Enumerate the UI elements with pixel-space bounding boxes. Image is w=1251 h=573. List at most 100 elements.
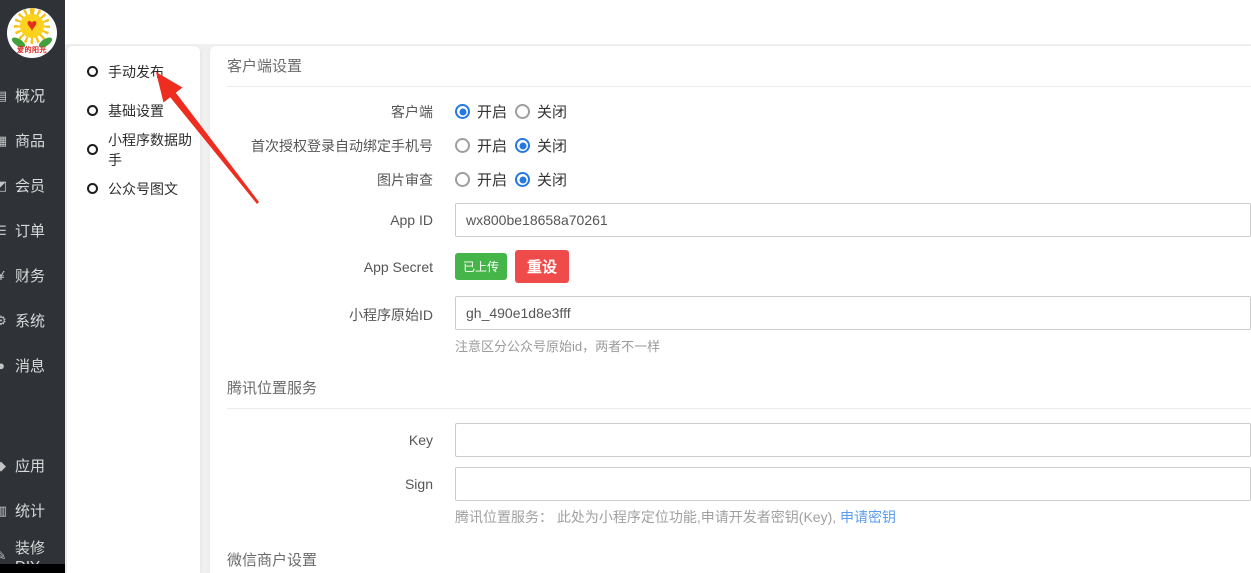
radio-option-label: 开启 [477,169,507,190]
original-id-note: 注意区分公众号原始id，两者不一样 [455,336,1251,355]
sidebar-item-orders[interactable]: ☰ 订单 [0,208,65,253]
submenu-item-basic-settings[interactable]: 基础设置 [67,91,200,130]
radio-option-label: 开启 [477,101,507,122]
form-row-image-review: 图片审查 开启 关闭 [210,169,1251,190]
radio-group-image-review: 开启 关闭 [455,169,1251,190]
finance-icon: ¥ [0,268,9,283]
sidebar-bottom-strip [0,564,65,573]
orders-icon: ☰ [0,223,9,239]
field-label: Sign [210,467,433,492]
radio-selected-icon[interactable] [515,138,530,153]
field-label: App Secret [210,259,433,275]
radio-unselected-icon[interactable] [455,138,470,153]
app-id-input[interactable] [455,203,1251,237]
sidebar-item-stats[interactable]: ▥ 统计 [0,488,65,533]
radio-option-label: 关闭 [537,101,567,122]
submenu-item-miniprogram-data-assistant[interactable]: 小程序数据助手 [67,130,200,169]
submenu-item-manual-publish[interactable]: 手动发布 [67,52,200,91]
sidebar-item-label: 订单 [15,220,45,241]
client-settings-form: 客户端 开启 关闭 首次授权登录自动绑定手机号 开启 [210,87,1251,355]
sidebar-item-label: 统计 [15,500,45,521]
overview-icon: ▤ [0,88,9,104]
radio-option-on[interactable]: 开启 [455,135,507,156]
form-row-first-auth-bind-phone: 首次授权登录自动绑定手机号 开启 关闭 [210,135,1251,156]
form-row-key: Key [210,423,1251,457]
circle-icon [87,144,98,155]
sidebar-spacer [0,388,65,443]
circle-icon [87,66,98,77]
radio-unselected-icon[interactable] [515,104,530,119]
sign-control: 腾讯位置服务： 此处为小程序定位功能,申请开发者密钥(Key), 申请密钥 [455,467,1251,527]
apps-icon: ◆ [0,458,9,474]
radio-option-on[interactable]: 开启 [455,169,507,190]
decorate-icon: ✎ [0,548,9,564]
section-title-location-service: 腾讯位置服务 [227,368,1251,409]
uploaded-badge-button[interactable]: 已上传 [455,253,507,280]
sidebar-item-label: 概况 [15,85,45,106]
sidebar-item-messages[interactable]: ● 消息 [0,343,65,388]
circle-icon [87,105,98,116]
submenu-item-label: 小程序数据助手 [108,130,200,170]
field-label: App ID [210,212,433,228]
location-service-form: Key Sign 腾讯位置服务： 此处为小程序定位功能,申请开发者密钥(Key)… [210,409,1251,527]
original-id-control: 注意区分公众号原始id，两者不一样 [455,296,1251,355]
form-row-client: 客户端 开启 关闭 [210,101,1251,122]
help-text: 腾讯位置服务： 此处为小程序定位功能,申请开发者密钥(Key), [455,509,840,525]
sidebar-item-system[interactable]: ⚙ 系统 [0,298,65,343]
radio-selected-icon[interactable] [515,172,530,187]
field-label: 小程序原始ID [210,296,433,325]
radio-option-label: 开启 [477,135,507,156]
submenu-item-official-account-articles[interactable]: 公众号图文 [67,169,200,208]
field-label: Key [210,432,433,448]
radio-unselected-icon[interactable] [455,172,470,187]
radio-option-off[interactable]: 关闭 [515,169,567,190]
main-sidebar: 爱的阳光 ▤ 概况 ▦ 商品 ◩ 会员 ☰ 订单 ¥ 财务 ⚙ 系统 ● 消息 [0,0,65,573]
sign-input[interactable] [455,467,1251,501]
submenu-item-label: 公众号图文 [108,179,178,199]
form-row-original-id: 小程序原始ID 注意区分公众号原始id，两者不一样 [210,296,1251,355]
reset-button[interactable]: 重设 [515,250,569,283]
submenu-item-label: 基础设置 [108,101,164,121]
sidebar-item-label: 财务 [15,265,45,286]
settings-submenu: 手动发布 基础设置 小程序数据助手 公众号图文 [67,46,200,573]
section-title-client-settings: 客户端设置 [227,46,1251,87]
form-row-sign: Sign 腾讯位置服务： 此处为小程序定位功能,申请开发者密钥(Key), 申请… [210,467,1251,527]
system-icon: ⚙ [0,313,9,329]
sidebar-item-label: 系统 [15,310,45,331]
field-label: 客户端 [210,102,433,122]
field-label: 图片审查 [210,170,433,190]
sidebar-item-overview[interactable]: ▤ 概况 [0,73,65,118]
radio-option-on[interactable]: 开启 [455,101,507,122]
brand-logo[interactable]: 爱的阳光 [7,8,57,58]
sidebar-item-finance[interactable]: ¥ 财务 [0,253,65,298]
key-control [455,423,1251,457]
sidebar-nav: ▤ 概况 ▦ 商品 ◩ 会员 ☰ 订单 ¥ 财务 ⚙ 系统 ● 消息 ◆ [0,73,65,573]
radio-option-label: 关闭 [537,169,567,190]
radio-option-label: 关闭 [537,135,567,156]
top-bar [65,0,1251,44]
settings-content: 客户端设置 客户端 开启 关闭 首次授权登录自动绑定手机号 开启 [210,46,1251,573]
key-input[interactable] [455,423,1251,457]
apply-key-link[interactable]: 申请密钥 [840,509,896,525]
sidebar-item-goods[interactable]: ▦ 商品 [0,118,65,163]
radio-group-client: 开启 关闭 [455,101,1251,122]
original-id-input[interactable] [455,296,1251,330]
radio-option-off[interactable]: 关闭 [515,135,567,156]
heart-icon [27,16,38,34]
members-icon: ◩ [0,178,9,194]
radio-option-off[interactable]: 关闭 [515,101,567,122]
sidebar-item-members[interactable]: ◩ 会员 [0,163,65,208]
circle-icon [87,183,98,194]
goods-icon: ▦ [0,133,9,149]
location-service-help: 腾讯位置服务： 此处为小程序定位功能,申请开发者密钥(Key), 申请密钥 [455,507,1251,527]
brand-name: 爱的阳光 [7,45,57,55]
radio-group-first-auth: 开启 关闭 [455,135,1251,156]
messages-icon: ● [0,358,9,373]
radio-selected-icon[interactable] [455,104,470,119]
field-label: 首次授权登录自动绑定手机号 [210,136,433,156]
form-row-app-secret: App Secret 已上传 重设 [210,250,1251,283]
sidebar-item-apps[interactable]: ◆ 应用 [0,443,65,488]
stats-icon: ▥ [0,503,9,519]
sidebar-item-label: 应用 [15,455,45,476]
sidebar-item-label: 消息 [15,355,45,376]
